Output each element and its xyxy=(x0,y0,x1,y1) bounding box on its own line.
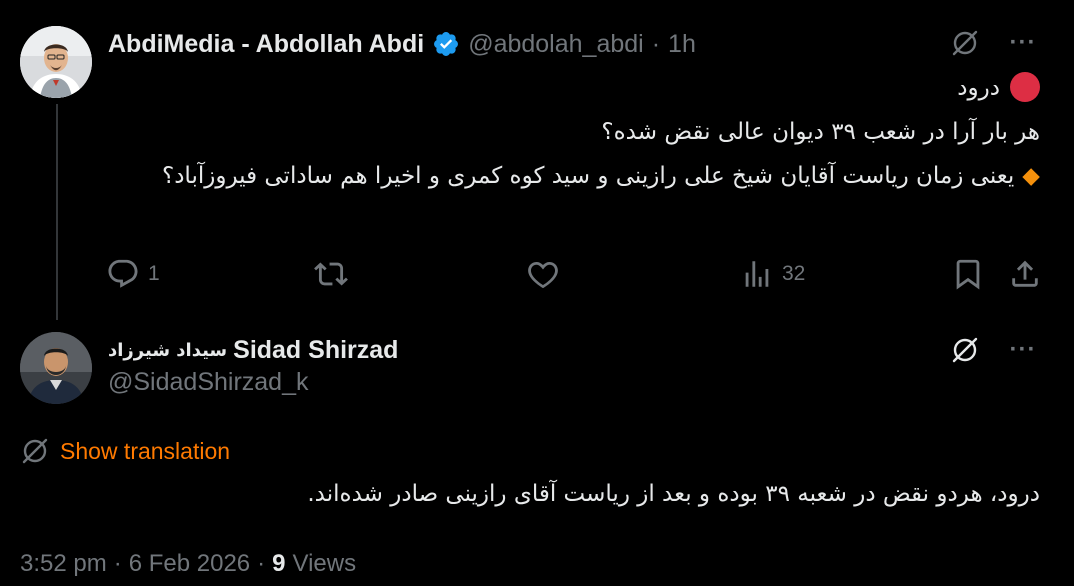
translate-off-icon[interactable] xyxy=(948,26,982,60)
tweet[interactable]: AbdiMedia - Abdollah Abdi @abdolah_abdi … xyxy=(0,0,1074,320)
reply-author-name-en: Sidad Shirzad xyxy=(233,335,399,364)
reply-author-name[interactable]: سیداد شیرزاد Sidad Shirzad xyxy=(108,334,398,366)
tweet-text: درود هر بار آرا در شعب ۳۹ دیوان عالی نقض… xyxy=(140,66,1040,198)
reply-avatar[interactable] xyxy=(20,332,92,404)
author-handle[interactable]: @abdolah_abdi xyxy=(468,30,644,59)
translate-off-icon[interactable] xyxy=(948,333,982,367)
reply-meta: 3:52 pm · 6 Feb 2026 · 9 Views xyxy=(20,546,356,582)
reply-author-name-fa: سیداد شیرزاد xyxy=(108,339,228,361)
tweet-thread-page: AbdiMedia - Abdollah Abdi @abdolah_abdi … xyxy=(0,0,1074,586)
orange-diamond-emoji: ◆ xyxy=(1022,163,1040,189)
show-translation-link[interactable]: Show translation xyxy=(60,438,230,465)
retweet-icon xyxy=(314,262,348,286)
retweet-button[interactable] xyxy=(314,254,348,294)
share-button[interactable] xyxy=(1008,254,1042,294)
red-circle-emoji xyxy=(1010,72,1040,102)
reply-header-actions: ··· xyxy=(948,333,1040,367)
reply-count: 1 xyxy=(148,262,160,285)
more-icon[interactable]: ··· xyxy=(1006,26,1040,60)
reply-icon xyxy=(108,259,138,288)
reply-views-count: 9 xyxy=(272,550,286,577)
tweet-header-actions: ··· xyxy=(948,26,1040,60)
more-icon[interactable]: ··· xyxy=(1006,333,1040,367)
reply-date[interactable]: 6 Feb 2026 xyxy=(129,550,250,578)
detail-text: یعنی زمان ریاست آقایان شیخ علی رازینی و … xyxy=(161,163,1015,189)
views-button[interactable]: 32 xyxy=(740,254,805,294)
share-icon xyxy=(1012,260,1038,287)
meta-separator: · xyxy=(113,550,122,577)
greeting-text: درود xyxy=(957,75,1000,101)
verified-badge-icon[interactable] xyxy=(432,30,460,58)
tweet-action-bar: 1 32 xyxy=(106,254,1042,294)
reply-author-handle[interactable]: @SidadShirzad_k xyxy=(108,368,309,397)
like-button[interactable] xyxy=(526,254,560,294)
translate-off-icon xyxy=(22,438,48,464)
reply-text: درود، هردو نقض در شعبه ۳۹ بوده و بعد از … xyxy=(307,481,1040,507)
separator-dot: · xyxy=(651,29,661,58)
reply-button[interactable]: 1 xyxy=(106,254,160,294)
tweet-header: AbdiMedia - Abdollah Abdi @abdolah_abdi … xyxy=(108,28,696,60)
bookmark-icon xyxy=(956,259,980,290)
heart-icon xyxy=(528,261,558,289)
reply-views-label: Views xyxy=(292,550,357,577)
view-count: 32 xyxy=(782,262,806,285)
analytics-icon xyxy=(745,261,769,287)
meta-separator: · xyxy=(257,550,266,577)
reply-time[interactable]: 3:52 pm xyxy=(20,550,107,578)
tweet-question-line: هر بار آرا در شعب ۳۹ دیوان عالی نقض شده؟ xyxy=(601,119,1040,145)
tweet-greeting-line: درود xyxy=(140,66,1040,110)
tweet-timestamp[interactable]: 1h xyxy=(668,30,696,59)
bookmark-button[interactable] xyxy=(951,254,985,294)
avatar[interactable] xyxy=(20,26,92,98)
show-translation-row[interactable]: Show translation xyxy=(20,434,230,468)
thread-connector-line xyxy=(56,104,58,320)
tweet-detail-line: ◆ یعنی زمان ریاست آقایان شیخ علی رازینی و… xyxy=(140,154,1040,198)
author-display-name[interactable]: AbdiMedia - Abdollah Abdi xyxy=(108,30,424,59)
